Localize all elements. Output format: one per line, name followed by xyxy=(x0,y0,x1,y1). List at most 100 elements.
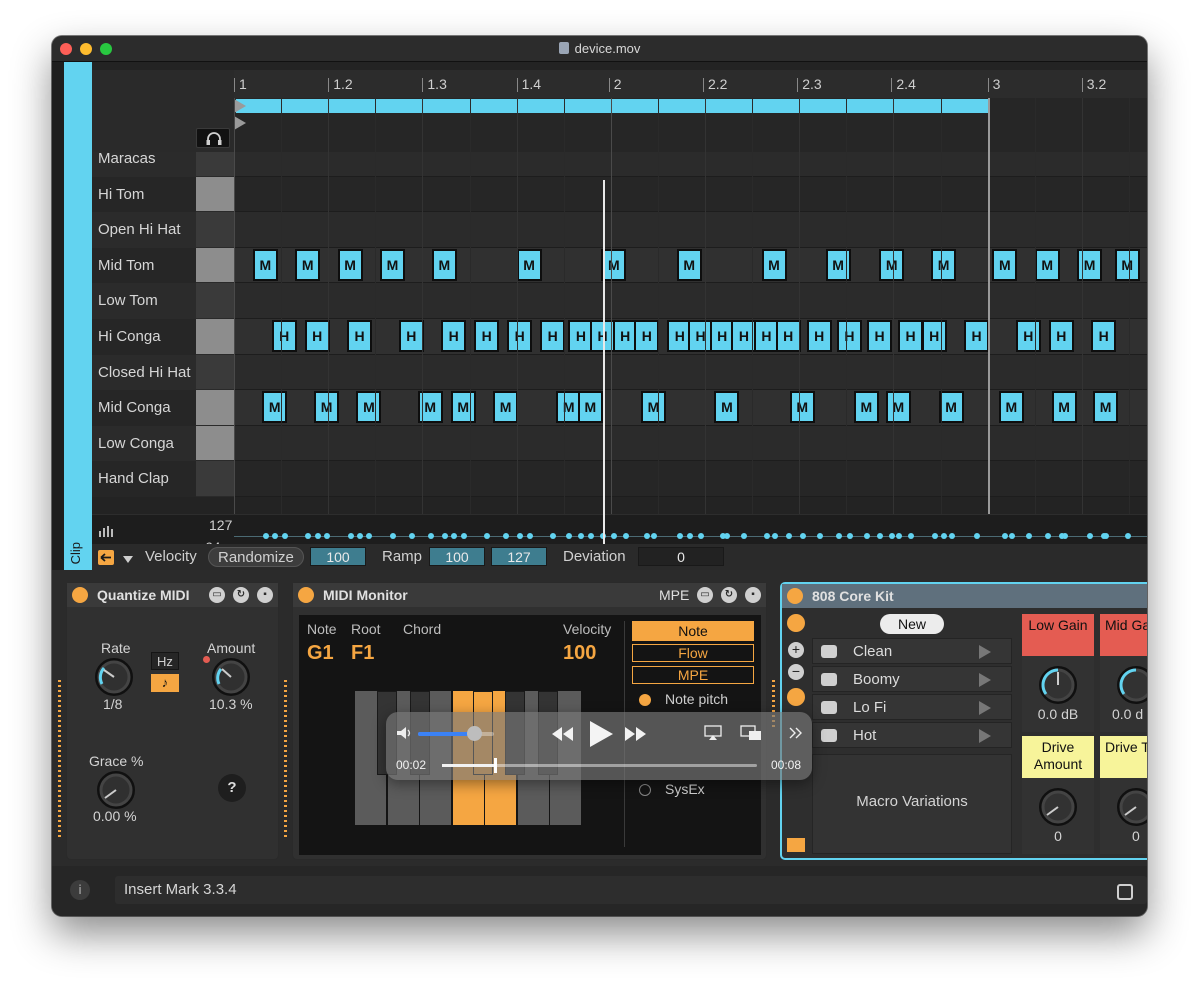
mid-gain-knob[interactable] xyxy=(1117,666,1147,704)
volume-icon[interactable] xyxy=(396,726,414,740)
velocity-marker[interactable] xyxy=(484,533,491,539)
help-button[interactable]: ? xyxy=(218,774,246,802)
midi-note[interactable]: M xyxy=(516,248,542,281)
velocity-marker[interactable] xyxy=(503,533,510,539)
midi-note[interactable]: M xyxy=(998,391,1024,424)
velocity-marker[interactable] xyxy=(587,533,594,539)
save-icon[interactable]: ▪ xyxy=(745,587,761,603)
slider-icon[interactable]: ▭ xyxy=(697,587,713,603)
drive-amount-knob[interactable] xyxy=(1039,788,1077,826)
velocity-marker[interactable] xyxy=(1087,533,1094,539)
velocity-marker[interactable] xyxy=(799,533,806,539)
velocity-marker[interactable] xyxy=(863,533,870,539)
midi-note[interactable]: M xyxy=(601,248,627,281)
midi-note[interactable]: H xyxy=(1091,320,1117,352)
volume-knob[interactable] xyxy=(466,726,482,741)
midi-note[interactable]: H xyxy=(921,320,947,352)
velocity-marker[interactable] xyxy=(1008,533,1015,539)
midi-note[interactable]: M xyxy=(295,248,321,281)
piano-key[interactable] xyxy=(196,319,234,355)
midi-note[interactable]: H xyxy=(836,320,862,352)
midi-note[interactable]: M xyxy=(493,391,519,424)
midi-note[interactable]: M xyxy=(879,248,905,281)
velocity-marker[interactable] xyxy=(785,533,792,539)
rate-knob[interactable] xyxy=(95,658,133,696)
piano-key[interactable] xyxy=(196,152,234,177)
start-marker-icon[interactable] xyxy=(234,116,248,134)
mpe-mode-button[interactable]: MPE xyxy=(632,666,754,684)
velocity-marker[interactable] xyxy=(816,533,823,539)
velocity-marker[interactable] xyxy=(305,533,312,539)
midi-note[interactable]: H xyxy=(304,320,330,352)
scrubber-handle[interactable] xyxy=(493,758,497,773)
midi-note[interactable]: H xyxy=(964,320,990,352)
lane-label[interactable]: Hi Conga xyxy=(98,328,161,345)
velocity-marker[interactable] xyxy=(427,533,434,539)
sync-note-toggle[interactable]: ♪ xyxy=(151,674,179,692)
velocity-marker[interactable] xyxy=(846,533,853,539)
velocity-marker[interactable] xyxy=(272,533,279,539)
hz-toggle[interactable]: Hz xyxy=(151,652,179,670)
velocity-marker[interactable] xyxy=(314,533,321,539)
velocity-marker[interactable] xyxy=(526,533,533,539)
midi-note[interactable]: M xyxy=(1093,391,1119,424)
piano-key[interactable] xyxy=(196,283,234,319)
midi-note[interactable]: M xyxy=(1077,248,1103,281)
refresh-icon[interactable]: ↻ xyxy=(721,587,737,603)
velocity-marker[interactable] xyxy=(347,533,354,539)
midi-note[interactable]: M xyxy=(262,391,288,424)
piano-key[interactable] xyxy=(196,354,234,391)
loop-brace[interactable] xyxy=(234,98,1147,130)
midi-note[interactable]: M xyxy=(356,391,382,424)
velocity-marker[interactable] xyxy=(460,533,467,539)
velocity-marker[interactable] xyxy=(877,533,884,539)
velocity-marker[interactable] xyxy=(451,533,458,539)
velocity-marker[interactable] xyxy=(408,533,415,539)
velocity-marker[interactable] xyxy=(357,533,364,539)
amount-knob[interactable] xyxy=(212,658,250,696)
scrubber-track[interactable] xyxy=(442,758,757,773)
add-variation-icon[interactable]: + xyxy=(788,642,804,658)
velocity-marker[interactable] xyxy=(889,533,896,539)
piano-key[interactable] xyxy=(196,425,234,462)
ramp-start-field[interactable]: 100 xyxy=(429,547,485,566)
randomize-icon[interactable] xyxy=(787,838,805,852)
lane-label[interactable]: Low Conga xyxy=(98,435,174,452)
beat-time-ruler[interactable]: 1 1.2 1.3 1.4 2 2.2 2.3 2.4 3 3.2 xyxy=(234,70,1147,98)
lane-grid[interactable] xyxy=(234,152,1147,177)
macro-map-icon[interactable] xyxy=(787,614,805,632)
velocity-marker[interactable] xyxy=(1025,533,1032,539)
midi-note[interactable]: H xyxy=(806,320,832,352)
midi-note[interactable]: H xyxy=(1048,320,1074,352)
midi-note[interactable]: H xyxy=(474,320,500,352)
velocity-marker[interactable] xyxy=(650,533,657,539)
midi-note[interactable]: M xyxy=(1034,248,1060,281)
velocity-marker[interactable] xyxy=(1002,533,1009,539)
midi-note[interactable]: H xyxy=(867,320,893,352)
velocity-marker[interactable] xyxy=(835,533,842,539)
lane-label[interactable]: Low Tom xyxy=(98,292,158,309)
velocity-marker[interactable] xyxy=(1103,533,1110,539)
variation-row[interactable]: Lo Fi xyxy=(812,694,1012,720)
velocity-value-field[interactable]: 100 xyxy=(310,547,366,566)
piano-key[interactable] xyxy=(196,212,234,248)
randomize-button[interactable]: Randomize xyxy=(208,547,304,567)
midi-note[interactable]: H xyxy=(507,320,533,352)
velocity-marker[interactable] xyxy=(1124,533,1131,539)
camera-icon[interactable] xyxy=(821,673,837,686)
capture-icon[interactable] xyxy=(1117,884,1133,900)
velocity-marker[interactable] xyxy=(622,533,629,539)
camera-icon[interactable] xyxy=(821,729,837,742)
camera-icon[interactable] xyxy=(787,688,805,706)
lane-label[interactable]: Closed Hi Hat xyxy=(98,364,191,381)
volume-slider[interactable] xyxy=(418,726,494,741)
midi-note[interactable]: H xyxy=(441,320,467,352)
midi-note[interactable]: M xyxy=(577,391,603,424)
variation-row[interactable]: Hot xyxy=(812,722,1012,748)
velocity-toggle-button[interactable] xyxy=(98,550,114,565)
lane-grid[interactable] xyxy=(234,212,1147,248)
velocity-marker[interactable] xyxy=(390,533,396,539)
fast-forward-icon[interactable] xyxy=(624,726,648,742)
velocity-marker[interactable] xyxy=(1061,533,1068,539)
lane-label[interactable]: Mid Conga xyxy=(98,399,171,416)
